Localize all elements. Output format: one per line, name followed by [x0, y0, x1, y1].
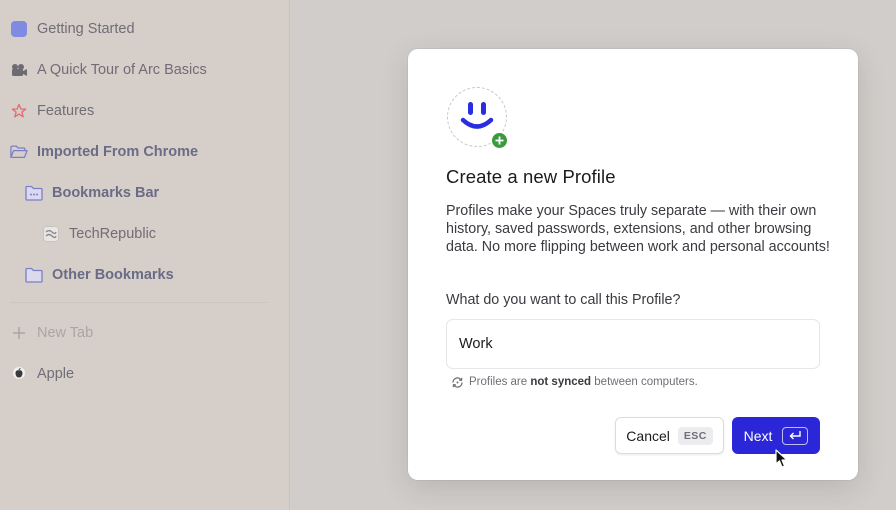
esc-key-hint: ESC [677, 426, 713, 445]
sidebar-item-label: Other Bookmarks [52, 267, 174, 283]
sync-note-bold: not synced [530, 376, 592, 388]
sidebar-item-features[interactable]: Features [10, 98, 94, 124]
cancel-button-label: Cancel [626, 427, 670, 444]
techrepublic-favicon-icon [42, 225, 60, 243]
sidebar-item-label: Apple [37, 366, 75, 382]
sidebar-item-label: Getting Started [37, 21, 135, 37]
square-icon [10, 20, 28, 38]
dialog-description: Profiles make your Spaces truly separate… [446, 203, 830, 255]
next-button-label: Next [743, 427, 773, 444]
sync-note-prefix: Profiles are [469, 376, 531, 388]
sidebar-divider [10, 302, 268, 303]
sidebar-item-label: A Quick Tour of Arc Basics [37, 62, 207, 78]
video-camera-icon [10, 61, 28, 79]
sync-note-suffix: between computers. [591, 376, 698, 388]
smiley-face-icon [460, 102, 494, 129]
enter-key-icon [782, 426, 809, 445]
dialog-title: Create a new Profile [446, 166, 616, 187]
sidebar-folder-bookmarks-bar[interactable]: Bookmarks Bar [25, 180, 159, 206]
profile-name-label: What do you want to call this Profile? [446, 292, 681, 308]
mouse-pointer-icon [775, 449, 788, 468]
sidebar-item-label: TechRepublic [69, 226, 157, 242]
sync-note: Profiles are not synced between computer… [450, 375, 698, 389]
sidebar-item-quick-tour[interactable]: A Quick Tour of Arc Basics [10, 57, 207, 83]
folder-icon [25, 266, 43, 284]
sync-off-icon [450, 375, 464, 389]
sidebar-item-getting-started[interactable]: Getting Started [10, 16, 135, 42]
sidebar: Getting Started A Quick Tour of Arc Basi… [0, 0, 290, 510]
star-icon [10, 102, 28, 120]
sidebar-item-techrepublic[interactable]: TechRepublic [42, 221, 156, 247]
folder-open-icon [10, 143, 28, 161]
new-tab-button[interactable]: New Tab [10, 320, 93, 346]
folder-icon [25, 184, 43, 202]
sidebar-item-label: Features [37, 103, 95, 119]
sidebar-folder-other-bookmarks[interactable]: Other Bookmarks [25, 262, 174, 288]
profile-name-input[interactable] [446, 319, 820, 369]
add-badge-icon [490, 131, 509, 150]
sidebar-item-label: Imported From Chrome [37, 144, 199, 160]
sidebar-item-label: New Tab [37, 325, 94, 341]
sidebar-item-label: Bookmarks Bar [52, 185, 160, 201]
create-profile-dialog: Create a new Profile Profiles make your … [408, 49, 858, 480]
sidebar-folder-imported[interactable]: Imported From Chrome [10, 139, 198, 165]
plus-icon [10, 324, 28, 342]
apple-icon [10, 365, 28, 383]
sidebar-item-apple[interactable]: Apple [10, 361, 74, 387]
cancel-button[interactable]: Cancel ESC [615, 417, 724, 454]
